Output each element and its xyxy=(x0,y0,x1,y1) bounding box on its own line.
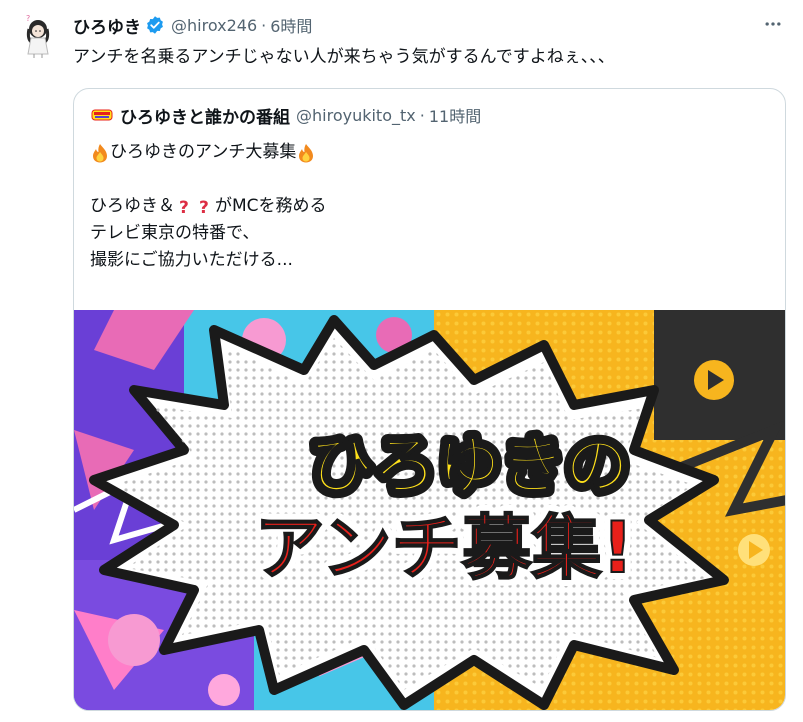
tweet-timestamp[interactable]: 6時間 xyxy=(270,13,312,37)
quote-author-avatar xyxy=(90,103,114,127)
svg-text:?: ? xyxy=(26,14,30,23)
quote-text: ひろゆきのアンチ大募集 ひろゆき＆ ? ? がMCを務める テレビ東京の特番で、… xyxy=(90,139,327,274)
svg-text:?: ? xyxy=(179,198,189,217)
quote-line-5: 撮影にご協力いただける... xyxy=(90,250,293,270)
svg-text:?: ? xyxy=(199,198,209,217)
verified-badge-icon xyxy=(145,15,165,35)
more-options-button[interactable] xyxy=(761,14,785,38)
quote-line: ひろゆき＆ ? ? がMCを務める xyxy=(90,193,327,220)
svg-text:アンチ募集!: アンチ募集! xyxy=(254,507,633,589)
separator-dot: · xyxy=(419,105,425,125)
tweet[interactable]: ? ひろゆき @hirox246 · 6時間 アンチを名乗るアンチじゃない人が来… xyxy=(0,0,803,722)
fire-emoji-icon xyxy=(90,143,110,163)
tweet-header: ひろゆき @hirox246 · 6時間 xyxy=(73,12,312,38)
quote-line-blank xyxy=(90,166,327,193)
svg-text:ひろゆきの: ひろゆきの xyxy=(309,430,629,504)
media-headline: ひろゆきの ひろゆきの アンチ募集! アンチ募集! xyxy=(247,424,640,596)
quote-author-display-name[interactable]: ひろゆきと誰かの番組 xyxy=(120,103,290,128)
quote-timestamp[interactable]: 11時間 xyxy=(429,103,481,127)
quote-line-1: ひろゆきのアンチ大募集 xyxy=(110,142,297,162)
quote-line-3b: がMCを務める xyxy=(215,196,327,216)
more-horizontal-icon xyxy=(763,14,783,38)
quote-media-image[interactable]: ひろゆきの ひろゆきの アンチ募集! アンチ募集! xyxy=(74,310,785,710)
separator-dot: · xyxy=(261,15,267,35)
fire-emoji-icon xyxy=(296,143,316,163)
red-question-mark-icon: ? xyxy=(175,197,195,217)
tweet-text: アンチを名乗るアンチじゃない人が来ちゃう気がするんですよねぇ、、、 xyxy=(73,47,615,67)
quote-line-3a: ひろゆき＆ xyxy=(90,196,175,216)
author-display-name[interactable]: ひろゆき xyxy=(73,13,141,38)
author-avatar[interactable]: ? xyxy=(14,12,62,60)
quote-tweet-card[interactable]: ひろゆきと誰かの番組 @hiroyukito_tx · 11時間 ひろゆきのアン… xyxy=(73,88,786,711)
author-handle[interactable]: @hirox246 xyxy=(171,16,257,35)
quote-author-handle[interactable]: @hiroyukito_tx xyxy=(296,106,416,125)
quote-header: ひろゆきと誰かの番組 @hiroyukito_tx · 11時間 xyxy=(90,102,481,128)
quote-line-4: テレビ東京の特番で、 xyxy=(90,223,260,243)
red-question-mark-icon: ? xyxy=(195,197,215,217)
quote-line: ひろゆきのアンチ大募集 xyxy=(90,139,327,166)
